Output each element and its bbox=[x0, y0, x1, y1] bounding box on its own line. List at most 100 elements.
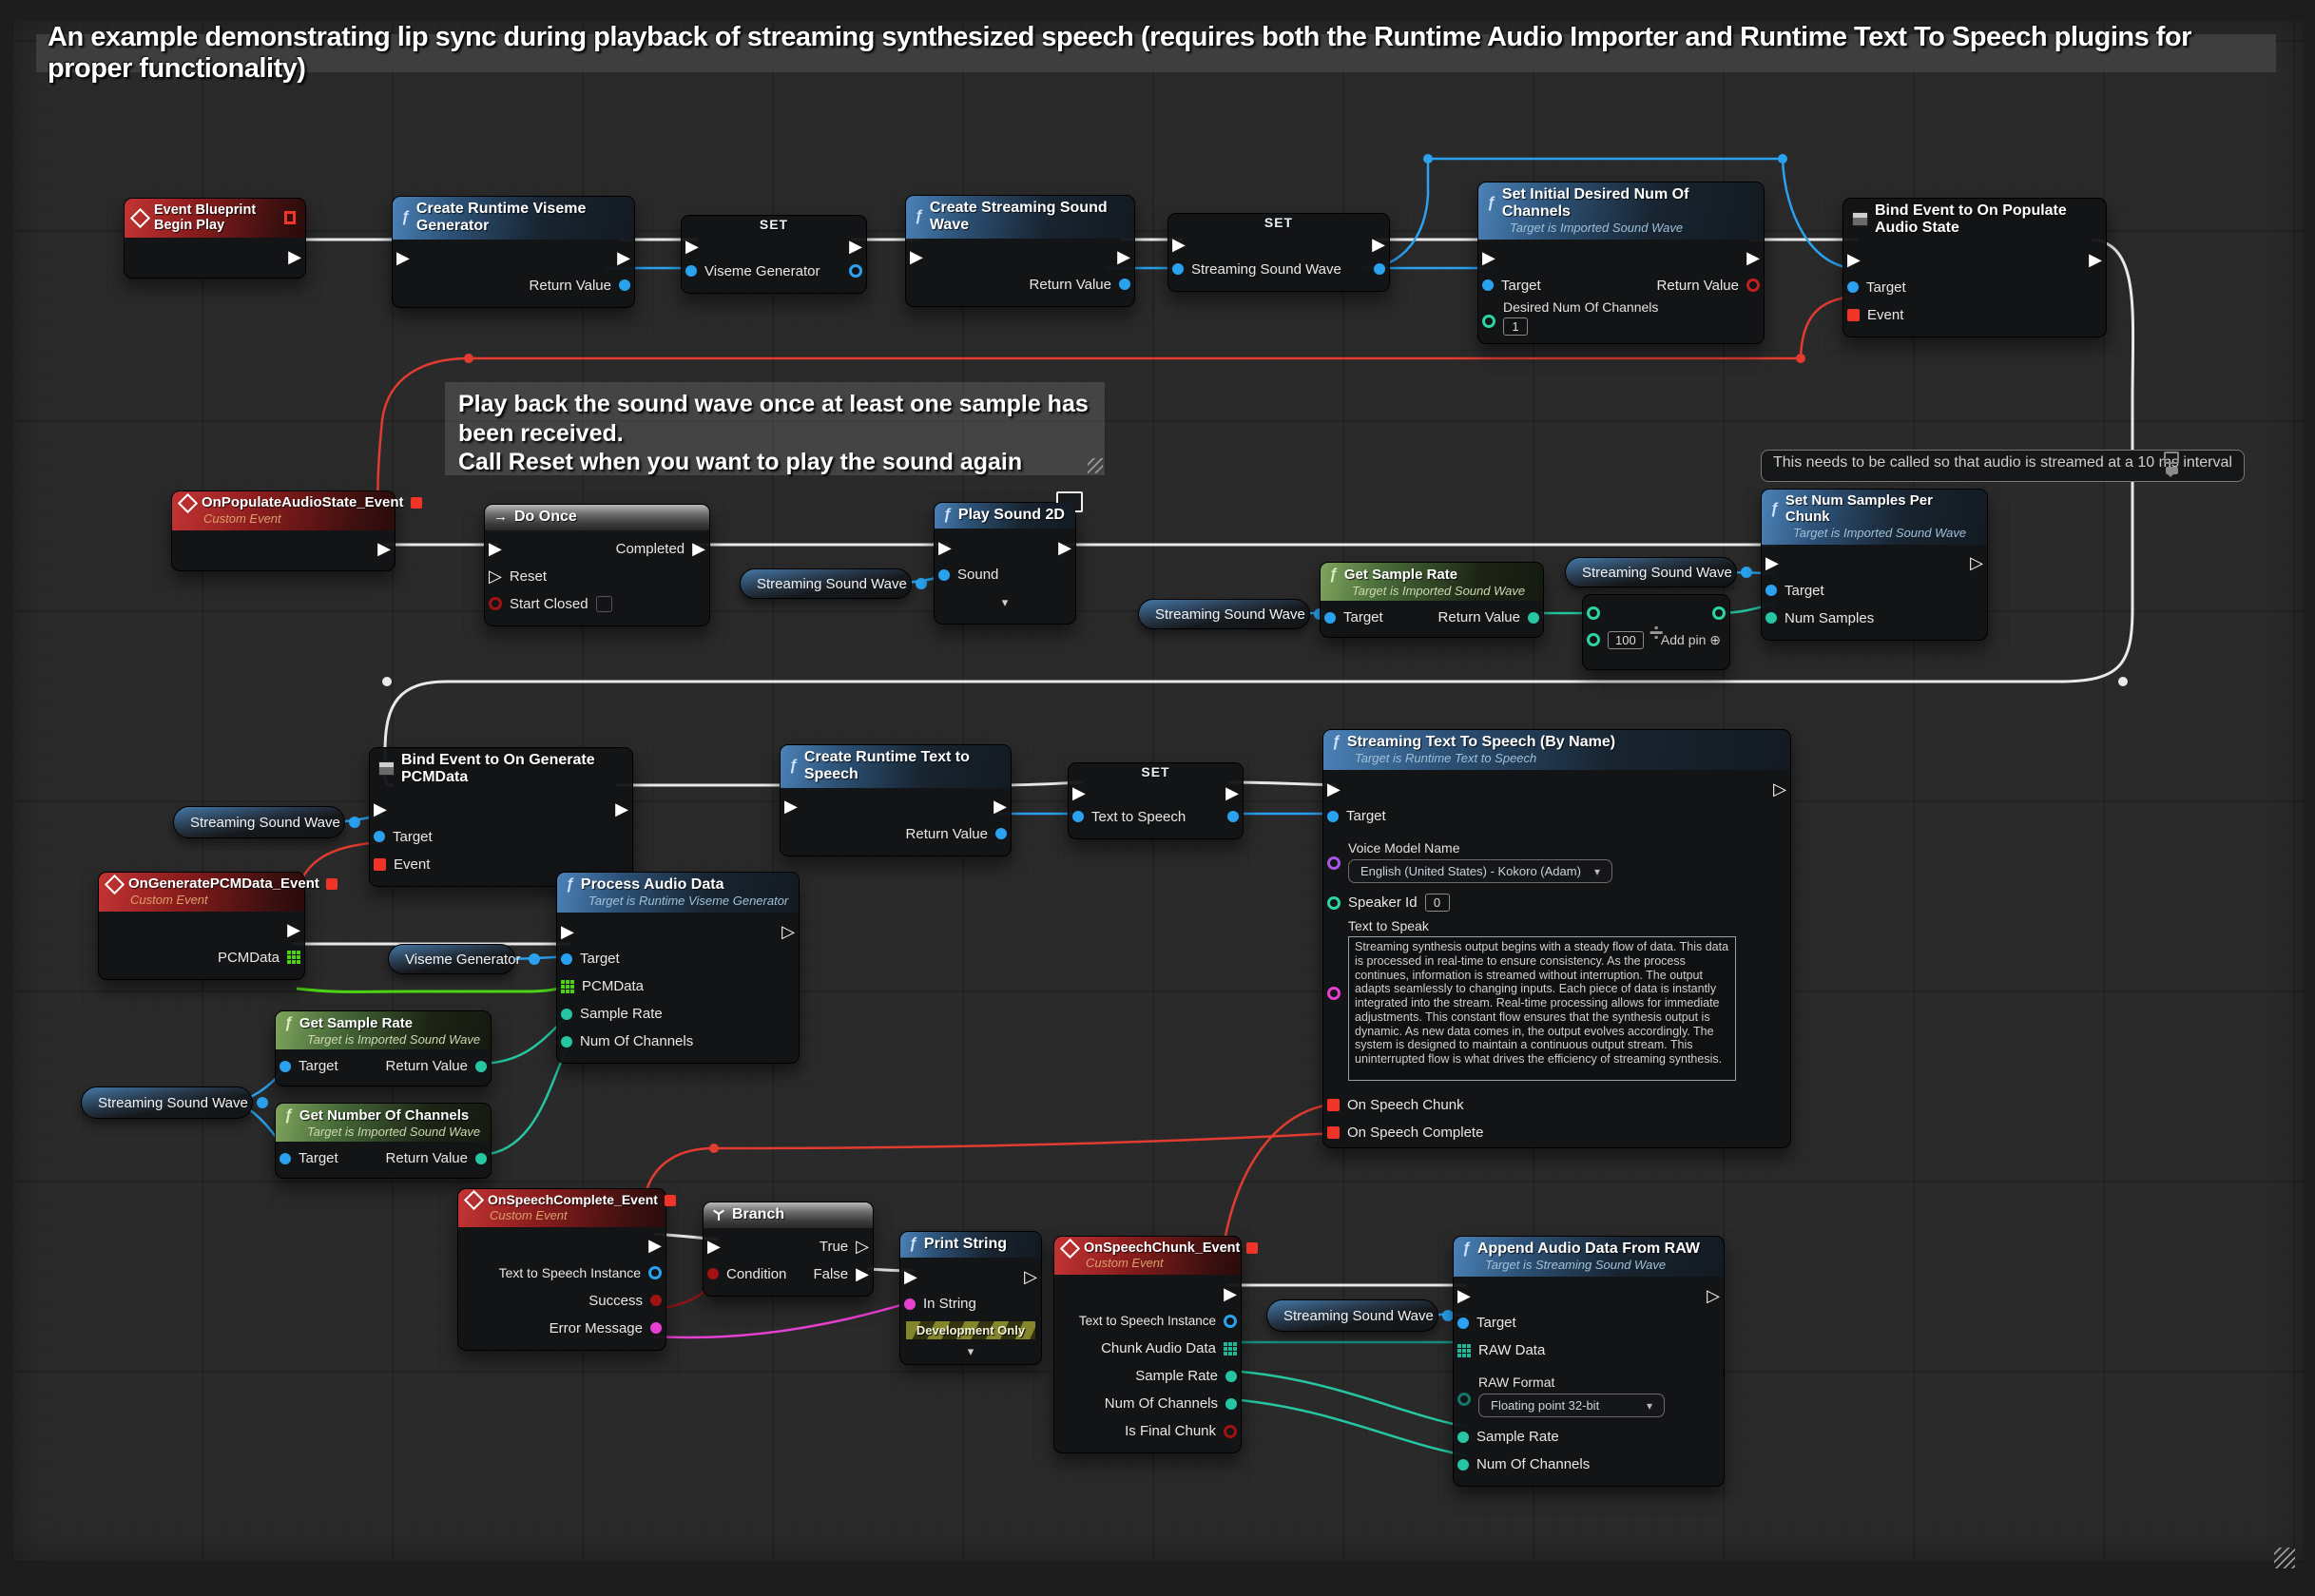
num-of-channels-pin[interactable] bbox=[561, 1036, 572, 1048]
exec-in-pin[interactable]: ▶ bbox=[1847, 251, 1861, 268]
chunk-audio-data-pin[interactable] bbox=[1224, 1342, 1237, 1356]
node-get-sample-rate[interactable]: ƒ Get Sample Rate Target is Imported Sou… bbox=[1320, 562, 1544, 638]
on-speech-complete-pin[interactable] bbox=[1327, 1126, 1340, 1139]
output-pin[interactable] bbox=[1227, 811, 1239, 822]
var-pill-streaming-sound-wave[interactable]: Streaming Sound Wave bbox=[173, 806, 345, 838]
output-pin[interactable] bbox=[257, 1097, 268, 1108]
expand-chevron-icon[interactable]: ▾ bbox=[943, 595, 1067, 610]
exec-in-pin[interactable]: ▶ bbox=[1327, 780, 1341, 798]
output-pin[interactable] bbox=[349, 817, 360, 828]
delegate-pin[interactable] bbox=[665, 1195, 676, 1206]
condition-pin[interactable] bbox=[707, 1268, 719, 1279]
node-set-streaming-sound-wave[interactable]: SET ▶▶ Streaming Sound Wave bbox=[1167, 213, 1390, 292]
node-on-speech-chunk-event[interactable]: OnSpeechChunk_Event Custom Event ▶ Text … bbox=[1053, 1236, 1242, 1453]
exec-out-pin[interactable]: ▷ bbox=[1707, 1287, 1720, 1304]
node-do-once[interactable]: → Do Once ▶ Completed▶ ▷Reset Start Clos… bbox=[484, 504, 710, 626]
var-pill-viseme-generator[interactable]: Viseme Generator bbox=[388, 944, 515, 974]
raw-format-dropdown[interactable]: Floating point 32-bit▾ bbox=[1478, 1394, 1665, 1417]
completed-exec-out-pin[interactable]: ▶ bbox=[692, 540, 705, 557]
exec-out-pin[interactable]: ▷ bbox=[1024, 1268, 1037, 1285]
divisor-input[interactable]: 100 bbox=[1608, 631, 1644, 649]
graph-comment-title[interactable]: An example demonstrating lip sync during… bbox=[36, 34, 2276, 72]
sample-rate-pin[interactable] bbox=[1457, 1432, 1469, 1443]
exec-out-pin[interactable]: ▶ bbox=[849, 238, 862, 255]
num-samples-pin[interactable] bbox=[1765, 612, 1777, 624]
var-pill-streaming-sound-wave[interactable]: Streaming Sound Wave bbox=[740, 568, 912, 599]
pin-icon[interactable] bbox=[2164, 452, 2179, 464]
start-closed-pin[interactable] bbox=[489, 597, 502, 610]
error-message-pin[interactable] bbox=[650, 1322, 662, 1334]
exec-out-pin[interactable]: ▶ bbox=[1117, 248, 1130, 265]
output-pin[interactable] bbox=[849, 264, 862, 278]
text-to-speak-input[interactable]: Streaming synthesis output begins with a… bbox=[1348, 936, 1736, 1081]
return-value-pin[interactable] bbox=[619, 279, 630, 291]
exec-in-pin[interactable]: ▶ bbox=[707, 1238, 721, 1255]
event-pin[interactable] bbox=[374, 858, 386, 871]
node-event-begin-play[interactable]: Event Blueprint Begin Play ▶ bbox=[124, 198, 306, 279]
event-pin[interactable] bbox=[1847, 309, 1860, 321]
exec-in-pin[interactable]: ▶ bbox=[938, 539, 952, 556]
canvas-resize-handle[interactable] bbox=[2274, 1548, 2295, 1568]
expand-chevron-icon[interactable]: ▾ bbox=[909, 1344, 1032, 1359]
comment-bubble-icon[interactable] bbox=[2166, 467, 2178, 474]
raw-data-pin[interactable] bbox=[1457, 1344, 1471, 1357]
return-value-pin[interactable] bbox=[995, 828, 1007, 839]
exec-out-pin[interactable]: ▶ bbox=[287, 921, 300, 938]
target-pin[interactable] bbox=[280, 1061, 291, 1072]
exec-out-pin[interactable]: ▶ bbox=[994, 798, 1007, 815]
node-divide[interactable]: ÷ 100 Add pin ⊕ bbox=[1582, 594, 1730, 670]
speaker-id-pin[interactable] bbox=[1327, 896, 1341, 910]
target-pin[interactable] bbox=[1765, 585, 1777, 596]
exec-out-pin[interactable]: ▶ bbox=[1058, 539, 1071, 556]
divisor-pin[interactable] bbox=[1587, 633, 1600, 646]
target-pin[interactable] bbox=[374, 831, 385, 842]
return-value-pin[interactable] bbox=[475, 1153, 487, 1164]
var-pill-streaming-sound-wave[interactable]: Streaming Sound Wave bbox=[1565, 557, 1737, 587]
return-value-pin[interactable] bbox=[1746, 279, 1760, 292]
delegate-pin[interactable] bbox=[326, 878, 338, 890]
num-channels-input[interactable]: 1 bbox=[1503, 317, 1528, 336]
exec-out-pin[interactable]: ▶ bbox=[1372, 236, 1385, 253]
node-print-string[interactable]: ƒ Print String ▶▷ In String Development … bbox=[899, 1231, 1042, 1365]
node-set-initial-desired-num-of-channels[interactable]: ƒ Set Initial Desired Num Of Channels Ta… bbox=[1477, 182, 1765, 344]
exec-out-pin[interactable]: ▶ bbox=[1225, 784, 1239, 801]
on-speech-chunk-pin[interactable] bbox=[1327, 1099, 1340, 1111]
exec-in-pin[interactable]: ▶ bbox=[489, 540, 502, 557]
voice-model-dropdown[interactable]: English (United States) - Kokoro (Adam)▾ bbox=[1348, 859, 1612, 883]
exec-out-pin[interactable]: ▶ bbox=[288, 248, 301, 265]
node-bind-event-to-on-generate-pcmdata[interactable]: Bind Event to On Generate PCMData ▶▶ Tar… bbox=[369, 747, 633, 887]
delegate-pin[interactable] bbox=[1246, 1242, 1258, 1254]
comment-box[interactable]: Play back the sound wave once at least o… bbox=[445, 382, 1105, 475]
var-pill-streaming-sound-wave[interactable]: Streaming Sound Wave bbox=[81, 1086, 253, 1119]
return-value-pin[interactable] bbox=[475, 1061, 487, 1072]
pcmdata-pin[interactable] bbox=[287, 951, 300, 964]
return-value-pin[interactable] bbox=[1528, 612, 1539, 624]
node-branch[interactable]: Branch ▶ True▷ Condition False▶ bbox=[703, 1202, 874, 1297]
exec-in-pin[interactable]: ▶ bbox=[685, 238, 699, 255]
node-append-audio-data-from-raw[interactable]: ƒ Append Audio Data From RAW Target is S… bbox=[1453, 1236, 1725, 1487]
node-get-number-of-channels[interactable]: ƒ Get Number Of Channels Target is Impor… bbox=[275, 1103, 492, 1179]
sample-rate-pin[interactable] bbox=[1225, 1371, 1237, 1382]
exec-in-pin[interactable]: ▶ bbox=[1172, 236, 1186, 253]
viseme-generator-pin[interactable] bbox=[685, 265, 697, 277]
voice-model-name-pin[interactable] bbox=[1327, 856, 1341, 870]
target-pin[interactable] bbox=[1457, 1317, 1469, 1329]
success-pin[interactable] bbox=[650, 1295, 662, 1306]
false-exec-out-pin[interactable]: ▶ bbox=[856, 1265, 869, 1282]
speaker-id-input[interactable]: 0 bbox=[1425, 894, 1450, 912]
start-closed-checkbox[interactable] bbox=[596, 596, 612, 612]
node-on-populate-audio-state-event[interactable]: OnPopulateAudioState_Event Custom Event … bbox=[171, 490, 395, 571]
exec-in-pin[interactable]: ▶ bbox=[561, 923, 574, 940]
node-bind-event-to-on-populate-audio-state[interactable]: Bind Event to On Populate Audio State ▶▶… bbox=[1842, 198, 2107, 337]
delegate-pin[interactable] bbox=[411, 497, 422, 509]
node-get-sample-rate-2[interactable]: ƒ Get Sample Rate Target is Imported Sou… bbox=[275, 1010, 492, 1086]
target-pin[interactable] bbox=[1482, 279, 1494, 291]
output-pin[interactable] bbox=[916, 578, 927, 589]
node-create-runtime-viseme-generator[interactable]: ƒ Create Runtime Viseme Generator ▶▶ Ret… bbox=[392, 196, 635, 308]
comment-resize-handle[interactable] bbox=[1088, 458, 1103, 473]
node-create-streaming-sound-wave[interactable]: ƒ Create Streaming Sound Wave ▶▶ Return … bbox=[905, 195, 1135, 307]
target-pin[interactable] bbox=[1324, 612, 1336, 624]
node-create-runtime-text-to-speech[interactable]: ƒ Create Runtime Text to Speech ▶▶ Retur… bbox=[780, 744, 1012, 856]
delegate-square-icon[interactable] bbox=[284, 211, 296, 224]
exec-out-pin[interactable]: ▶ bbox=[1224, 1285, 1237, 1302]
